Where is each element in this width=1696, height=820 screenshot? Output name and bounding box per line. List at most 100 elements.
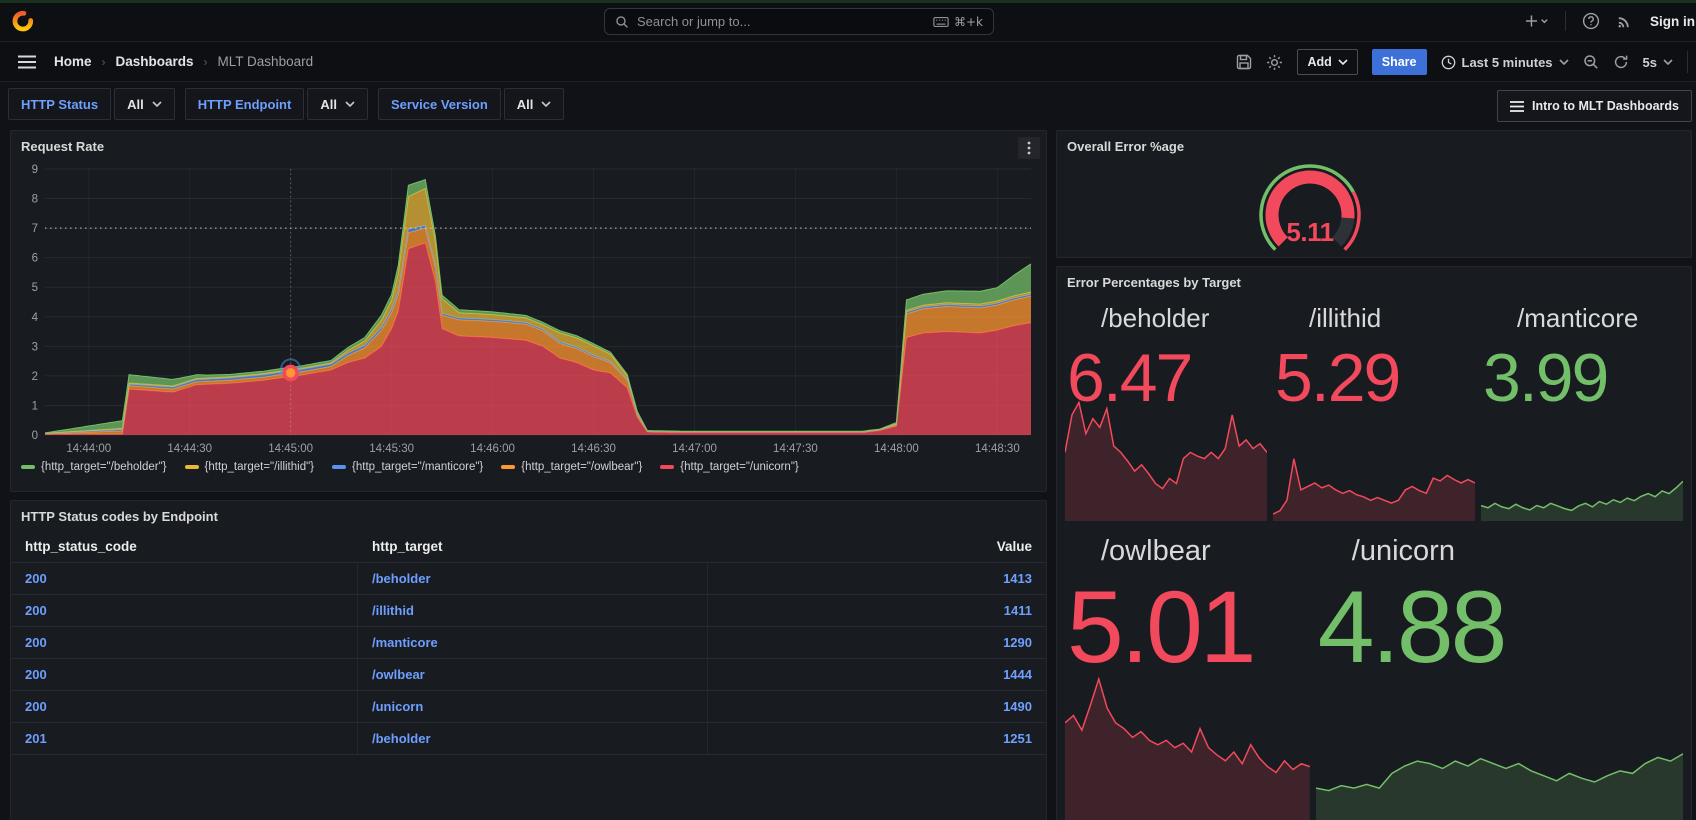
dashboard-toolbar: Add Share Last 5 minutes 5s [1236, 42, 1688, 82]
breadcrumb: Home › Dashboards › MLT Dashboard [54, 54, 313, 69]
legend-item-illithid[interactable]: {http_target="/illithid"} [184, 461, 315, 473]
panel-title-request-rate[interactable]: Request Rate [11, 131, 1046, 154]
stat-name: /unicorn [1351, 535, 1455, 567]
intro-mlt-dashboards-button[interactable]: Intro to MLT Dashboards [1497, 90, 1692, 122]
news-icon[interactable] [1616, 12, 1634, 30]
table-row: 200 /beholder 1413 [11, 563, 1046, 595]
stat-sparkline [1315, 697, 1683, 820]
cell-status-code[interactable]: 200 [11, 563, 358, 594]
table-row: 200 /unicorn 1490 [11, 691, 1046, 723]
grafana-logo-icon[interactable] [12, 10, 34, 32]
svg-text:8: 8 [32, 194, 38, 206]
filter-value-text: All [320, 96, 337, 112]
filter-value-service-version[interactable]: All [503, 88, 565, 120]
stat-manticore: /manticore 3.99 [1481, 297, 1683, 521]
sign-in-button[interactable]: Sign in [1650, 14, 1696, 29]
stat-illithid: /illithid 5.29 [1273, 297, 1475, 521]
column-header-http-target[interactable]: http_target [358, 539, 708, 554]
legend-label: {http_target="/owlbear"} [521, 461, 643, 473]
cell-status-code[interactable]: 200 [11, 691, 358, 722]
intro-button-label: Intro to MLT Dashboards [1532, 99, 1679, 113]
chevron-down-icon [541, 101, 551, 107]
stat-sparkline [1065, 673, 1310, 820]
add-panel-button[interactable]: Add [1297, 49, 1358, 75]
chevron-right-icon: › [203, 54, 208, 69]
legend-item-unicorn[interactable]: {http_target="/unicorn"} [660, 461, 799, 473]
share-button[interactable]: Share [1371, 49, 1427, 75]
variables-bar: HTTP Status All HTTP Endpoint All Servic… [8, 88, 1692, 122]
refresh-icon[interactable] [1613, 54, 1629, 70]
cell-http-target[interactable]: /owlbear [358, 659, 708, 690]
cell-status-code[interactable]: 200 [11, 595, 358, 626]
cell-status-code[interactable]: 200 [11, 659, 358, 690]
cell-status-code[interactable]: 200 [11, 627, 358, 658]
dashboard-settings-icon[interactable] [1266, 54, 1283, 71]
cell-value[interactable]: 1444 [708, 667, 1046, 682]
filter-label-http-endpoint[interactable]: HTTP Endpoint [184, 88, 305, 120]
svg-text:5: 5 [32, 282, 38, 294]
time-range-picker[interactable]: Last 5 minutes [1441, 55, 1569, 70]
filter-label-http-status[interactable]: HTTP Status [8, 88, 112, 120]
filter-value-http-endpoint[interactable]: All [307, 88, 368, 120]
cell-http-target[interactable]: /unicorn [358, 691, 708, 722]
cell-http-target[interactable]: /beholder [358, 563, 708, 594]
cell-value[interactable]: 1290 [708, 635, 1046, 650]
save-dashboard-icon[interactable] [1236, 54, 1252, 70]
legend-swatch [501, 465, 516, 469]
help-icon[interactable] [1582, 12, 1600, 30]
column-header-http-status-code[interactable]: http_status_code [11, 539, 358, 554]
stat-name: /beholder [1101, 303, 1210, 333]
nav-divider [1565, 11, 1566, 31]
grafana-dashboard: ⌘+k [0, 0, 1696, 820]
cell-status-code[interactable]: 201 [11, 723, 358, 754]
panel-menu-icon[interactable] [1018, 137, 1040, 159]
breadcrumb-dashboards[interactable]: Dashboards [116, 54, 194, 69]
menu-icon[interactable] [18, 55, 36, 69]
filter-label-service-version[interactable]: Service Version [377, 88, 501, 120]
panel-title-overall-error[interactable]: Overall Error %age [1057, 131, 1691, 154]
svg-text:14:44:00: 14:44:00 [66, 443, 111, 455]
stats-grid-top: /beholder 6.47 /illithid 5.29 /manticore… [1065, 297, 1683, 521]
request-rate-chart[interactable]: 0 1 2 3 4 5 6 7 8 9 14:44:00 14:44:30 14:45:00 14:45:… [15, 163, 1037, 464]
global-search[interactable]: ⌘+k [604, 8, 994, 35]
svg-text:7: 7 [32, 223, 38, 235]
cell-value[interactable]: 1411 [708, 603, 1046, 618]
top-nav: ⌘+k [0, 0, 1696, 42]
filter-service-version: Service Version All [377, 88, 565, 120]
top-accent-strip [0, 0, 1696, 3]
panel-title-http-status-table[interactable]: HTTP Status codes by Endpoint [11, 501, 1046, 524]
cell-http-target[interactable]: /illithid [358, 595, 708, 626]
panel-overall-error: Overall Error %age 5.11 [1056, 130, 1692, 258]
add-panel-label: Add [1307, 55, 1332, 69]
legend-item-owlbear[interactable]: {http_target="/owlbear"} [501, 461, 642, 473]
cell-value[interactable]: 1251 [708, 731, 1046, 746]
panel-title-error-percentages[interactable]: Error Percentages by Target [1057, 267, 1691, 290]
svg-text:14:47:30: 14:47:30 [773, 443, 818, 455]
legend-swatch [332, 465, 347, 469]
refresh-interval-picker[interactable]: 5s [1643, 55, 1673, 70]
filter-value-text: All [516, 96, 534, 112]
svg-text:14:46:00: 14:46:00 [470, 443, 515, 455]
column-header-value[interactable]: Value [708, 539, 1046, 554]
breadcrumb-home[interactable]: Home [54, 54, 92, 69]
svg-text:14:45:00: 14:45:00 [268, 443, 313, 455]
legend-swatch [660, 465, 675, 469]
cell-http-target[interactable]: /manticore [358, 627, 708, 658]
legend-item-beholder[interactable]: {http_target="/beholder"} [21, 461, 167, 473]
chevron-down-icon [1338, 59, 1348, 65]
cell-value[interactable]: 1413 [708, 571, 1046, 586]
keyboard-shortcut-hint: ⌘+k [933, 15, 983, 29]
stat-beholder: /beholder 6.47 [1065, 297, 1267, 521]
cell-http-target[interactable]: /beholder [358, 723, 708, 754]
svg-text:9: 9 [32, 164, 38, 176]
add-new-icon[interactable] [1525, 13, 1549, 29]
stat-sparkline [1273, 449, 1475, 521]
svg-text:1: 1 [32, 400, 38, 412]
search-input[interactable] [637, 14, 925, 29]
filter-value-http-status[interactable]: All [114, 88, 175, 120]
cell-value[interactable]: 1490 [708, 699, 1046, 714]
zoom-out-icon[interactable] [1583, 54, 1599, 70]
legend-item-manticore[interactable]: {http_target="/manticore"} [332, 461, 483, 473]
panel-http-status-table: HTTP Status codes by Endpoint http_statu… [10, 500, 1047, 820]
legend-label: {http_target="/illithid"} [204, 461, 315, 473]
